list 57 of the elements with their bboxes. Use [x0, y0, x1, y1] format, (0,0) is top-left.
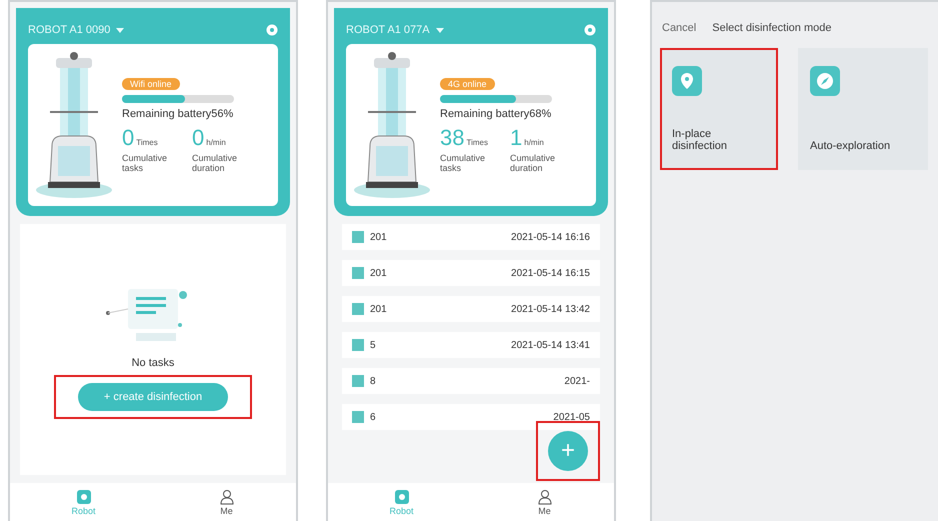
task-row[interactable]: 201 2021-05-14 13:42: [342, 296, 600, 322]
stat-label: Cumulative tasks: [122, 152, 168, 172]
stat-unit: h/min: [524, 138, 544, 146]
nav-tab[interactable]: Me: [530, 488, 558, 516]
settings-icon[interactable]: [584, 24, 596, 36]
stat-label: Cumulative duration: [192, 152, 238, 172]
nav-tab[interactable]: Me: [212, 488, 240, 516]
empty-state-text: No tasks: [132, 356, 174, 368]
task-icon: [352, 231, 364, 243]
mode-card[interactable]: In-place disinfection: [660, 48, 778, 170]
task-icon: [352, 411, 364, 423]
connection-badge: Wifi online: [122, 78, 180, 90]
dropdown-caret-icon[interactable]: [116, 28, 124, 32]
connection-badge: 4G online: [440, 78, 495, 90]
task-icon: [352, 303, 364, 315]
stat-unit: h/min: [206, 138, 226, 146]
task-time: 2021-05-14 16:16: [511, 232, 590, 242]
task-icon: [352, 339, 364, 351]
task-time: 2021-05-14 13:42: [511, 304, 590, 314]
stat-value: 0: [192, 124, 204, 150]
task-name: 6: [370, 412, 376, 422]
stat-unit: Times: [466, 138, 488, 146]
task-row[interactable]: 201 2021-05-14 16:15: [342, 260, 600, 286]
mode-card[interactable]: Auto-exploration: [798, 48, 928, 170]
stat-value: 38: [440, 124, 464, 150]
task-name: 201: [370, 268, 387, 278]
page-title: Select disinfection mode: [712, 22, 832, 34]
task-name: 5: [370, 340, 376, 350]
task-time: 2021-: [564, 376, 590, 386]
person-icon: [218, 488, 234, 504]
task-row[interactable]: 8 2021-: [342, 368, 600, 394]
person-icon: [536, 488, 552, 504]
stat-value: 1: [510, 124, 522, 150]
stat-label: Cumulative duration: [510, 152, 556, 172]
task-time: 2021-05-14 13:41: [511, 340, 590, 350]
stat-label: Cumulative tasks: [440, 152, 486, 172]
stat-unit: Times: [136, 138, 158, 146]
task-row[interactable]: 5 2021-05-14 13:41: [342, 332, 600, 358]
location-pin-icon: [672, 66, 702, 96]
task-time: 2021-05-14 16:15: [511, 268, 590, 278]
robot-tab-icon: [76, 488, 92, 504]
dropdown-caret-icon[interactable]: [436, 28, 444, 32]
battery-text: Remaining battery56%: [122, 108, 234, 120]
battery-text: Remaining battery68%: [440, 108, 552, 120]
compass-icon: [810, 66, 840, 96]
task-icon: [352, 375, 364, 387]
robot-tab-icon: [394, 488, 410, 504]
task-name: 201: [370, 304, 387, 314]
stat-value: 0: [122, 124, 134, 150]
task-name: 8: [370, 376, 376, 386]
task-row[interactable]: 201 2021-05-14 16:16: [342, 224, 600, 250]
task-name: 201: [370, 232, 387, 242]
task-icon: [352, 267, 364, 279]
cancel-button[interactable]: Cancel: [662, 22, 696, 34]
task-row[interactable]: 6 2021-05: [342, 404, 600, 430]
settings-icon[interactable]: [266, 24, 278, 36]
task-time: 2021-05: [553, 412, 590, 422]
